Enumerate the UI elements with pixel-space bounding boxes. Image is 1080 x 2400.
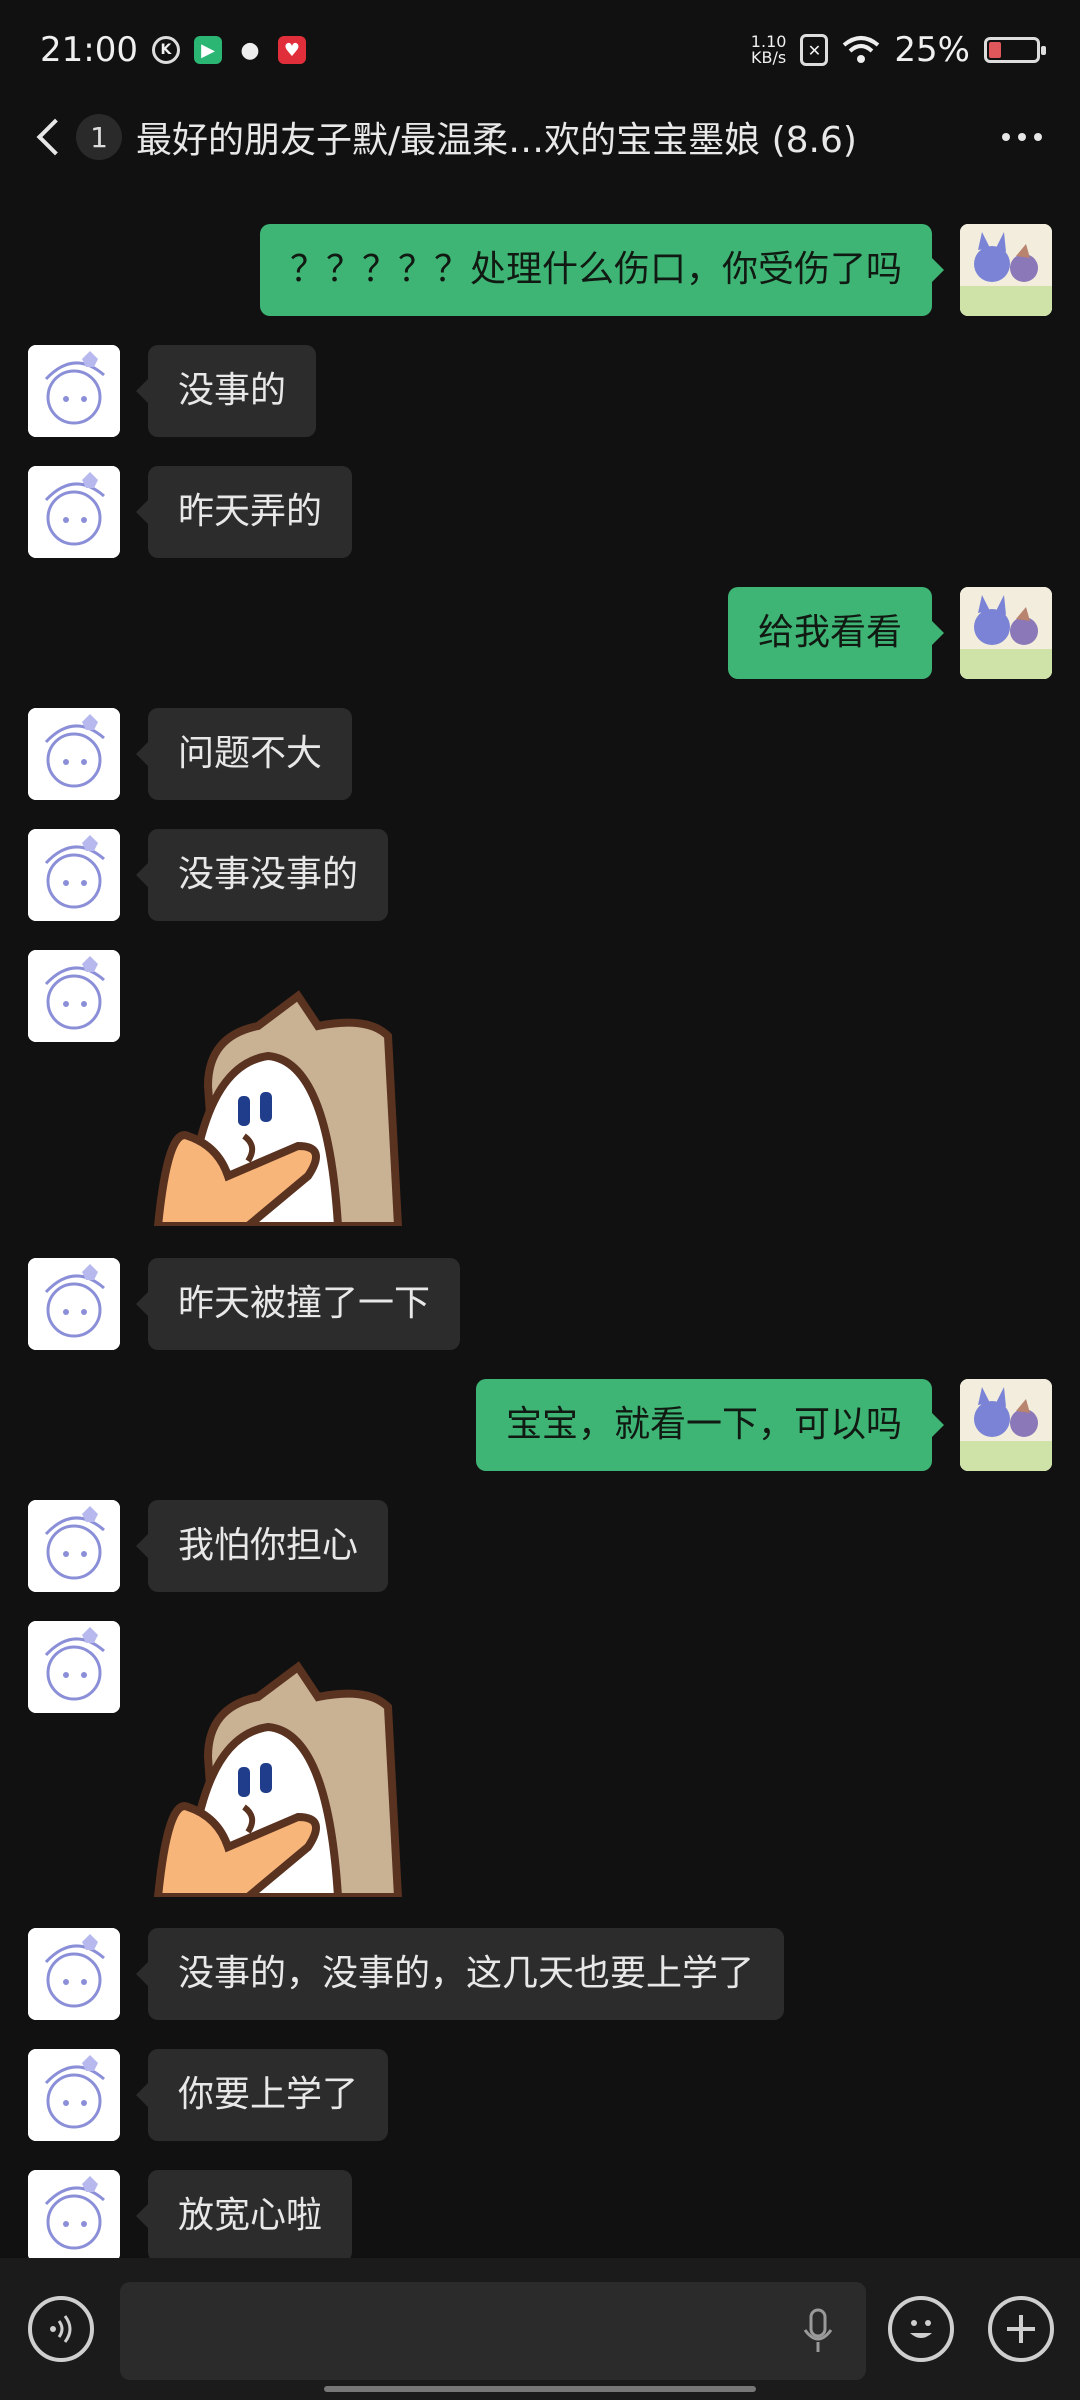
more-dot-icon [1034, 133, 1042, 141]
wechat-icon: ● [240, 37, 260, 63]
contact-avatar[interactable] [28, 466, 120, 558]
voice-toggle-button[interactable] [28, 2296, 94, 2362]
k-circle-icon: K [151, 36, 180, 64]
message-bubble[interactable]: 没事的，没事的，这几天也要上学了 [135, 1928, 785, 2020]
message-bubble[interactable]: 你要上学了 [135, 2049, 389, 2141]
chat-title: 最好的朋友子默/最温柔…欢的宝宝墨娘 (8.6) [136, 120, 857, 161]
contact-avatar[interactable] [28, 2170, 120, 2262]
battery-fill [989, 42, 1001, 58]
message-bubble[interactable]: 宝宝，就看一下，可以吗 [475, 1379, 945, 1471]
back-button[interactable]: 1 [28, 114, 122, 160]
contact-avatar[interactable] [28, 1258, 120, 1350]
more-dot-icon [1002, 133, 1010, 141]
self-avatar[interactable] [960, 224, 1052, 316]
contact-avatar[interactable] [28, 2049, 120, 2141]
contact-avatar[interactable] [28, 1928, 120, 2020]
message-bubble[interactable]: ？？？？？处理什么伤口，你受伤了吗 [259, 224, 945, 316]
video-app-icon: ▶ [193, 36, 222, 64]
red-app-icon: ♥ [277, 36, 306, 64]
unread-badge: 1 [76, 114, 122, 160]
more-dot-icon [1018, 133, 1026, 141]
sim-off-icon: ✕ [800, 34, 829, 66]
message-bubble[interactable]: 昨天弄的 [135, 466, 353, 558]
home-indicator[interactable] [324, 2386, 756, 2392]
self-avatar[interactable] [960, 587, 1052, 679]
message-bubble[interactable]: 没事的 [135, 345, 317, 437]
chat-header: 1 最好的朋友子默/最温柔…欢的宝宝墨娘 (8.6) [0, 100, 1080, 174]
status-right: 1.10 KB/s ✕ 25% [751, 30, 1046, 70]
message-bubble[interactable]: 没事没事的 [135, 829, 389, 921]
net-speed-unit: KB/s [751, 48, 787, 67]
status-bar: 21:00 K ▶ ● ♥ 1.10 KB/s ✕ 25% [0, 0, 1080, 100]
chevron-left-icon [36, 118, 74, 156]
plus-button[interactable] [988, 2296, 1054, 2362]
cat-hug-sticker[interactable] [148, 1647, 418, 1901]
plus-icon [1007, 2315, 1035, 2343]
battery-icon [984, 37, 1046, 63]
message-bubble[interactable]: 放宽心啦 [135, 2170, 353, 2262]
voice-icon [50, 2315, 72, 2343]
cat-hug-sticker[interactable] [148, 976, 418, 1230]
wifi-icon [843, 36, 880, 63]
emoji-icon [910, 2320, 932, 2338]
net-speed: 1.10 KB/s [751, 34, 787, 66]
input-bar [0, 2258, 1080, 2400]
message-bubble[interactable]: 昨天被撞了一下 [135, 1258, 461, 1350]
self-avatar[interactable] [960, 1379, 1052, 1471]
contact-avatar[interactable] [28, 1621, 120, 1713]
contact-avatar[interactable] [28, 1500, 120, 1592]
more-options-button[interactable] [992, 123, 1052, 151]
contact-avatar[interactable] [28, 950, 120, 1042]
contact-avatar[interactable] [28, 708, 120, 800]
status-left: 21:00 K ▶ ● ♥ [40, 30, 306, 70]
message-bubble[interactable]: 给我看看 [727, 587, 945, 679]
contact-avatar[interactable] [28, 345, 120, 437]
microphone-icon[interactable] [800, 2308, 836, 2356]
message-bubble[interactable]: 我怕你担心 [135, 1500, 389, 1592]
contact-avatar[interactable] [28, 829, 120, 921]
status-time: 21:00 [40, 30, 138, 70]
message-bubble[interactable]: 问题不大 [135, 708, 353, 800]
emoji-button[interactable] [888, 2296, 954, 2362]
battery-percent: 25% [894, 30, 970, 70]
message-input[interactable] [120, 2282, 866, 2380]
